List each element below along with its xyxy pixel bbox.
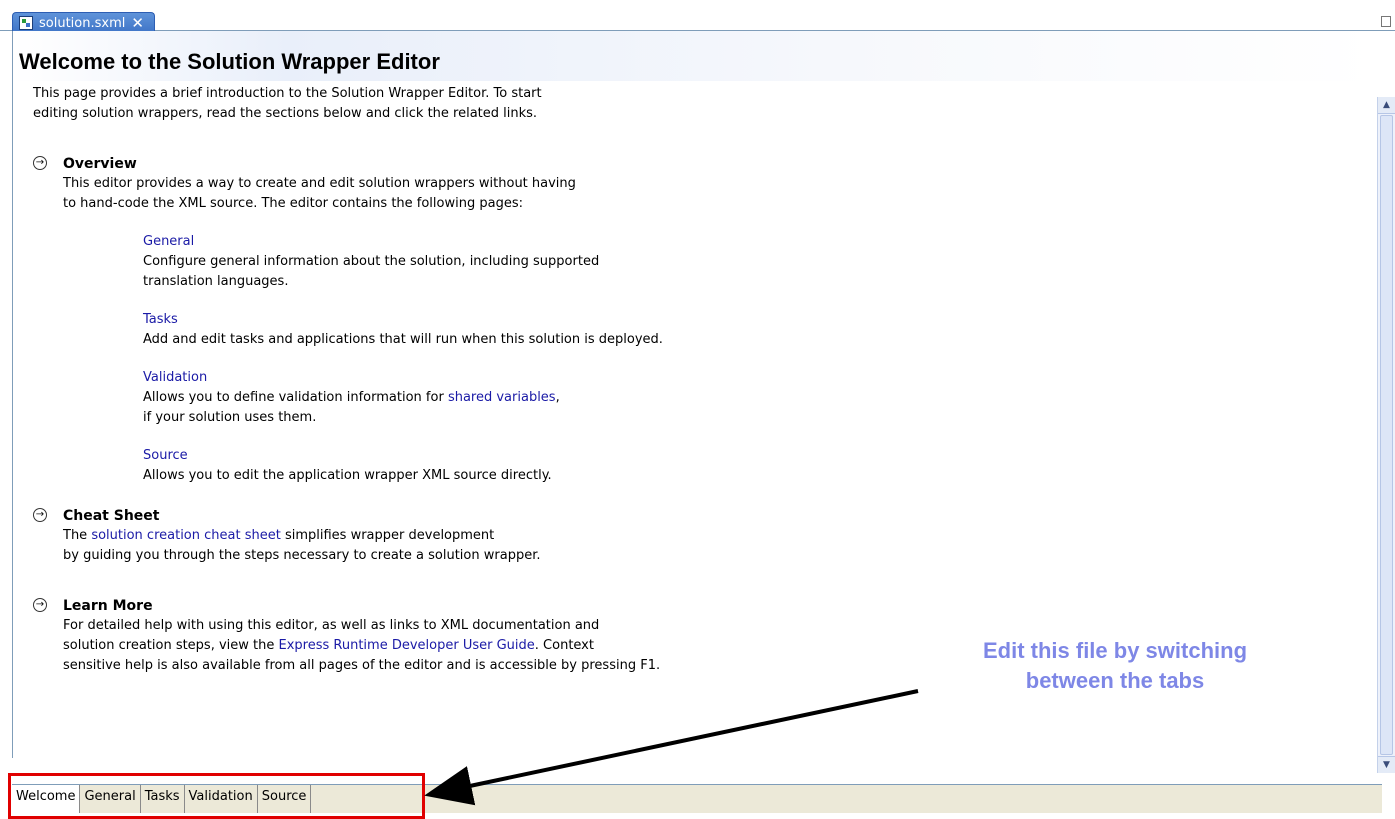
intro-line: editing solution wrappers, read the sect… <box>33 106 538 121</box>
tasks-desc: Add and edit tasks and applications that… <box>143 332 663 347</box>
scroll-up-icon[interactable]: ▲ <box>1378 97 1395 114</box>
list-item-tasks: Tasks Add and edit tasks and application… <box>143 310 833 350</box>
validation-link[interactable]: Validation <box>143 368 833 388</box>
editor-pages-list: General Configure general information ab… <box>143 232 833 486</box>
tab-validation[interactable]: Validation <box>184 785 258 813</box>
tab-general[interactable]: General <box>80 785 141 813</box>
source-link[interactable]: Source <box>143 446 833 466</box>
tab-tasks[interactable]: Tasks <box>140 785 185 813</box>
close-icon[interactable]: ✕ <box>131 14 144 32</box>
maximize-icon[interactable] <box>1381 16 1391 27</box>
list-item-source: Source Allows you to edit the applicatio… <box>143 446 833 486</box>
section-title-learn-more[interactable]: Learn More <box>63 596 833 616</box>
section-overview: → Overview This editor provides a way to… <box>33 154 833 486</box>
validation-desc-punct: , <box>555 390 560 405</box>
learn-more-line: sensitive help is also available from al… <box>63 658 661 673</box>
sxml-file-icon <box>19 16 33 30</box>
callout-line: between the tabs <box>1025 668 1205 693</box>
intro-text: This page provides a brief introduction … <box>33 84 833 124</box>
learn-more-line: solution creation steps, view the Expres… <box>63 636 833 656</box>
section-title-overview[interactable]: Overview <box>63 154 833 174</box>
learn-more-text: solution creation steps, view the <box>63 638 279 653</box>
overview-line: to hand-code the XML source. The editor … <box>63 196 523 211</box>
general-desc: translation languages. <box>143 274 289 289</box>
cheat-sheet-text: The <box>63 528 92 543</box>
scroll-thumb[interactable] <box>1380 115 1393 755</box>
welcome-body: This page provides a brief introduction … <box>33 84 833 676</box>
general-desc: Configure general information about the … <box>143 254 600 269</box>
callout-line: Edit this file by switching <box>982 638 1248 663</box>
list-item-general: General Configure general information ab… <box>143 232 833 292</box>
general-link[interactable]: General <box>143 232 833 252</box>
list-item-validation: Validation Allows you to define validati… <box>143 368 833 428</box>
arrow-circle-icon[interactable]: → <box>33 508 47 522</box>
cheat-sheet-text: simplifies wrapper development <box>280 528 495 543</box>
cheat-sheet-line: by guiding you through the steps necessa… <box>63 548 541 563</box>
tab-source[interactable]: Source <box>257 785 312 813</box>
validation-desc: Allows you to define validation informat… <box>143 388 833 408</box>
editor-tab-label: solution.sxml <box>39 15 126 31</box>
overview-line: This editor provides a way to create and… <box>63 176 576 191</box>
validation-desc-text: Allows you to define validation informat… <box>143 390 448 405</box>
page-tab-bar: Welcome General Tasks Validation Source <box>12 784 1382 813</box>
validation-desc: if your solution uses them. <box>143 410 317 425</box>
source-desc: Allows you to edit the application wrapp… <box>143 468 552 483</box>
learn-more-line: For detailed help with using this editor… <box>63 618 600 633</box>
cheat-sheet-link[interactable]: solution creation cheat sheet <box>91 528 281 543</box>
page-title: Welcome to the Solution Wrapper Editor <box>19 49 440 74</box>
learn-more-text: . Context <box>534 638 594 653</box>
callout-text: Edit this file by switching between the … <box>905 636 1325 696</box>
tab-welcome[interactable]: Welcome <box>12 785 81 813</box>
arrow-circle-icon[interactable]: → <box>33 156 47 170</box>
section-learn-more: → Learn More For detailed help with usin… <box>33 596 833 676</box>
editor-tab-solution[interactable]: solution.sxml ✕ <box>12 12 155 33</box>
vertical-scrollbar[interactable]: ▲ ▼ <box>1377 97 1395 773</box>
developer-guide-link[interactable]: Express Runtime Developer User Guide <box>279 638 535 653</box>
cheat-sheet-line: The solution creation cheat sheet simpli… <box>63 526 833 546</box>
section-cheat-sheet: → Cheat Sheet The solution creation chea… <box>33 506 833 566</box>
scroll-down-icon[interactable]: ▼ <box>1378 756 1395 773</box>
section-title-cheat-sheet[interactable]: Cheat Sheet <box>63 506 833 526</box>
intro-line: This page provides a brief introduction … <box>33 86 542 101</box>
shared-variables-link[interactable]: shared variables <box>448 390 556 405</box>
editor-tab-bar: solution.sxml ✕ <box>0 0 1395 33</box>
tasks-link[interactable]: Tasks <box>143 310 833 330</box>
arrow-circle-icon[interactable]: → <box>33 598 47 612</box>
